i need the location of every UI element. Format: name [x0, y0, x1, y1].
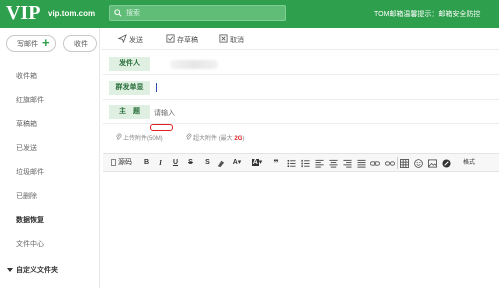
unlink-icon[interactable]	[385, 159, 395, 168]
compose-button[interactable]: 写邮件 +	[6, 35, 56, 52]
italic-button[interactable]: I	[156, 157, 165, 169]
divider	[103, 74, 499, 75]
save-draft-label: 存草稿	[177, 37, 198, 44]
cancel-label: 取消	[230, 37, 244, 44]
bg-color-label: A	[251, 159, 259, 166]
sidebar: 写邮件 + 收件 收件箱 红旗邮件 草稿箱 已发送 垃圾邮件 已删除 数据恢复 …	[0, 28, 100, 288]
bold-button[interactable]: B	[142, 157, 151, 169]
underline-button[interactable]: U	[171, 157, 180, 169]
search-input[interactable]	[126, 6, 276, 20]
sidebar-item-inbox[interactable]: 收件箱	[16, 71, 37, 81]
search-box[interactable]	[109, 5, 286, 21]
draft-icon	[166, 34, 175, 43]
sender-label[interactable]: 发件人	[109, 57, 150, 71]
send-label: 发送	[129, 37, 143, 44]
large-limit-suffix: )	[242, 136, 245, 142]
cancel-icon	[219, 34, 228, 43]
sender-address-blurred[interactable]	[170, 60, 218, 69]
group-send-label[interactable]: 群发单显	[109, 81, 150, 95]
font-color-button[interactable]: A▾	[231, 157, 243, 169]
font-color-label: A	[232, 159, 238, 166]
justify-icon[interactable]	[357, 159, 366, 168]
source-code-icon	[111, 159, 116, 166]
sidebar-item-deleted[interactable]: 已删除	[16, 191, 37, 201]
align-left-icon[interactable]	[315, 159, 324, 168]
numbered-list-icon[interactable]	[301, 159, 310, 168]
receive-label: 收件	[74, 41, 88, 48]
search-icon[interactable]	[114, 9, 122, 17]
bulleted-list-icon[interactable]	[287, 159, 296, 168]
strikethrough-button[interactable]: S	[186, 157, 195, 169]
compose-toolbar: 发送 存草稿 取消	[101, 28, 499, 50]
emoji-icon[interactable]	[414, 159, 423, 168]
expand-arrow-icon[interactable]	[7, 268, 13, 272]
highlight-annotation	[150, 124, 173, 131]
large-attachment-icon	[186, 133, 192, 140]
large-limit-prefix: (最大	[218, 136, 233, 142]
large-attachment-label: 超大附件	[193, 136, 218, 142]
image-icon[interactable]	[428, 159, 437, 168]
user-greeting[interactable]: TOM邮箱温馨提示：邮箱安全防控	[374, 9, 480, 19]
editor-body[interactable]	[103, 172, 499, 288]
source-code-button[interactable]: 源码	[111, 157, 133, 169]
domain-label: vip.tom.com	[48, 9, 96, 18]
align-center-icon[interactable]	[329, 159, 338, 168]
align-right-icon[interactable]	[343, 159, 352, 168]
format-dropdown[interactable]: 格式	[459, 157, 479, 169]
toolbar-separator	[397, 157, 398, 169]
link-icon[interactable]	[370, 159, 380, 168]
editor-toolbar: 源码 B I U S S A▾ A▾ ❞ 格式	[103, 153, 499, 172]
receive-button[interactable]: 收件	[63, 35, 97, 52]
send-icon	[118, 34, 127, 43]
sidebar-item-custom-folders[interactable]: 自定义文件夹	[16, 265, 58, 275]
divider	[103, 99, 499, 100]
sidebar-item-flagged[interactable]: 红旗邮件	[16, 95, 44, 105]
sidebar-item-data-recovery[interactable]: 数据恢复	[16, 215, 44, 225]
clear-format-button[interactable]: S	[203, 157, 212, 169]
table-icon[interactable]	[400, 159, 409, 168]
quote-button[interactable]: ❞	[271, 157, 281, 169]
eraser-icon[interactable]	[216, 159, 225, 168]
compose-label: 写邮件	[17, 41, 38, 48]
plus-icon: +	[42, 35, 50, 50]
text-cursor	[156, 83, 157, 92]
source-code-label: 源码	[118, 159, 132, 166]
screenshot-icon[interactable]	[442, 159, 451, 168]
sidebar-item-drafts[interactable]: 草稿箱	[16, 119, 37, 129]
upload-limit: (50M)	[147, 136, 163, 142]
sidebar-item-sent[interactable]: 已发送	[16, 143, 37, 153]
sidebar-item-file-center[interactable]: 文件中心	[16, 239, 44, 249]
sidebar-item-spam[interactable]: 垃圾邮件	[16, 167, 44, 177]
background-color-button[interactable]: A▾	[250, 157, 264, 169]
subject-label: 主 题	[109, 105, 150, 119]
vip-logo[interactable]: VIP	[6, 2, 40, 25]
upload-label: 上传附件	[123, 136, 148, 142]
top-header: VIP vip.tom.com TOM邮箱温馨提示：邮箱安全防控	[0, 0, 499, 28]
subject-input[interactable]	[154, 107, 484, 119]
paperclip-icon	[116, 133, 122, 140]
